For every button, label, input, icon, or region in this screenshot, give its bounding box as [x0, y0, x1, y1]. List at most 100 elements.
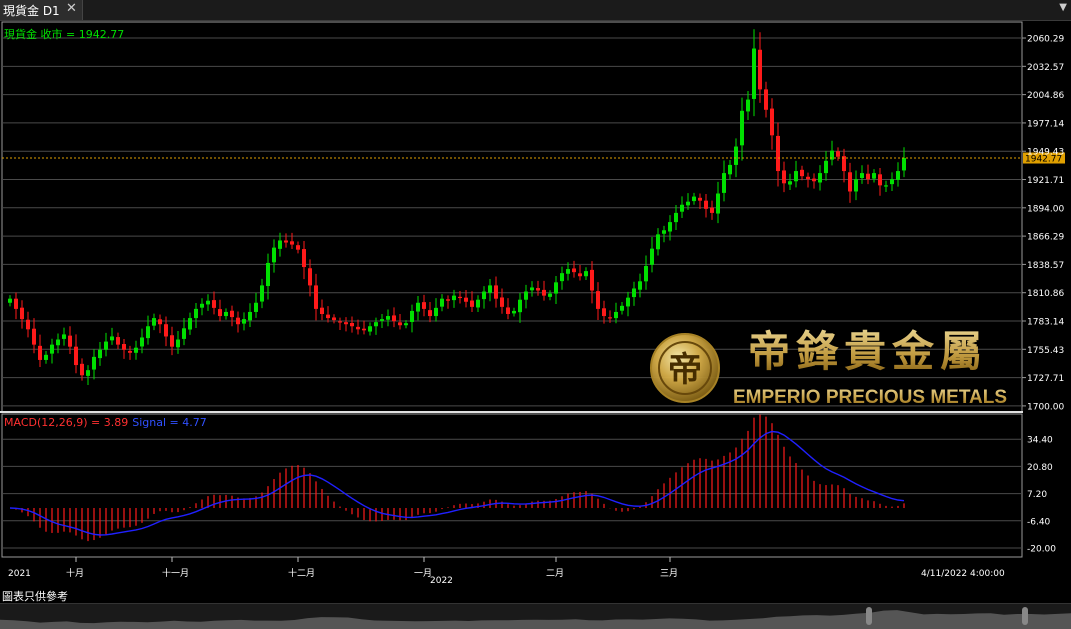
- candle: [302, 240, 306, 280]
- close-icon[interactable]: ✕: [66, 1, 77, 16]
- price-tick-label: 1810.86: [1027, 289, 1064, 299]
- chart-tab[interactable]: 現貨金 D1 ✕: [0, 0, 83, 20]
- candle: [584, 267, 588, 281]
- candle: [332, 314, 336, 324]
- price-tick-label: 1921.71: [1027, 176, 1064, 186]
- signal-eq: =: [166, 416, 182, 429]
- candle: [746, 91, 750, 120]
- candle: [650, 236, 654, 273]
- candle: [98, 342, 102, 366]
- candle: [836, 147, 840, 161]
- candle: [218, 299, 222, 322]
- chart-area[interactable]: 帝 帝鋒貴金屬 EMPERIO PRECIOUS METALS 1942.77 …: [0, 21, 1071, 588]
- candle: [788, 173, 792, 190]
- candle: [200, 298, 204, 316]
- candle: [338, 317, 342, 331]
- candle: [770, 98, 774, 150]
- candle: [644, 255, 648, 290]
- candle: [884, 180, 888, 192]
- candle: [308, 259, 312, 297]
- candle: [356, 319, 360, 335]
- candle: [350, 316, 354, 333]
- candle: [482, 286, 486, 309]
- candle: [422, 294, 426, 317]
- candle: [494, 276, 498, 308]
- candle: [242, 312, 246, 331]
- candle: [716, 181, 720, 224]
- candle: [14, 292, 18, 320]
- navigator-scrollbar[interactable]: [0, 603, 1071, 629]
- macd-indicator-label: MACD(12,26,9) = 3.89 Signal = 4.77: [4, 416, 207, 429]
- price-tick-label: 1755.43: [1027, 346, 1064, 356]
- candle: [782, 161, 786, 193]
- candle: [638, 273, 642, 298]
- candle: [668, 215, 672, 241]
- candle: [362, 320, 366, 335]
- candle: [440, 294, 444, 312]
- candle: [512, 307, 516, 317]
- candle: [374, 317, 378, 335]
- range-handle-right[interactable]: [1022, 607, 1028, 625]
- signal-name: Signal: [132, 416, 166, 429]
- candle: [110, 327, 114, 345]
- candle: [704, 194, 708, 218]
- candle: [20, 300, 24, 329]
- candle: [296, 241, 300, 254]
- candle: [566, 262, 570, 281]
- candle: [470, 291, 474, 313]
- candle: [194, 303, 198, 329]
- candle: [872, 169, 876, 183]
- macd-histogram: [15, 414, 905, 542]
- candle: [344, 317, 348, 332]
- candle: [878, 167, 882, 196]
- signal-line: [9, 430, 905, 536]
- candle: [614, 302, 618, 324]
- candle: [626, 291, 630, 317]
- candle: [416, 295, 420, 321]
- window-tab-bar: 現貨金 D1 ✕ ▼: [0, 0, 1071, 21]
- candle: [122, 339, 126, 359]
- candle: [848, 162, 852, 203]
- time-tick-label: 十二月: [288, 567, 315, 579]
- candle: [158, 314, 162, 334]
- time-tick-label: 2021: [8, 569, 31, 579]
- candle: [698, 193, 702, 210]
- candle: [662, 225, 666, 243]
- price-tick-label: 1894.00: [1027, 204, 1064, 214]
- candle: [272, 239, 276, 273]
- candle: [368, 322, 372, 336]
- candle: [602, 300, 606, 324]
- brand-chinese-name: 帝鋒貴金屬: [748, 327, 988, 376]
- candle: [692, 192, 696, 205]
- candle: [182, 317, 186, 346]
- candle: [506, 298, 510, 320]
- candle: [104, 332, 108, 357]
- candle: [524, 284, 528, 309]
- candle: [74, 334, 78, 374]
- price-tick-label: 1783.14: [1027, 318, 1064, 328]
- candle: [794, 160, 798, 188]
- range-handle-left[interactable]: [866, 607, 872, 625]
- candle: [476, 295, 480, 312]
- chevron-down-icon[interactable]: ▼: [1059, 2, 1067, 13]
- candle: [902, 147, 906, 178]
- candle: [428, 302, 432, 323]
- candle: [860, 165, 864, 184]
- candle: [38, 334, 42, 368]
- candle: [254, 292, 258, 318]
- candle: [896, 162, 900, 187]
- candle: [62, 327, 66, 346]
- candle: [206, 294, 210, 311]
- candle: [248, 303, 252, 328]
- candle: [188, 312, 192, 335]
- candle: [632, 281, 636, 306]
- candle: [398, 314, 402, 330]
- candle: [176, 330, 180, 354]
- candle: [434, 298, 438, 322]
- candle: [50, 338, 54, 364]
- macd-axis: 34.40 20.80 7.20 -6.40 -20.00: [1027, 436, 1056, 555]
- price-tick-label: 1866.29: [1027, 233, 1064, 243]
- macd-tick-label: -20.00: [1027, 545, 1056, 555]
- macd-panel-frame: [1, 413, 1023, 558]
- time-tick-label: 二月: [546, 568, 564, 579]
